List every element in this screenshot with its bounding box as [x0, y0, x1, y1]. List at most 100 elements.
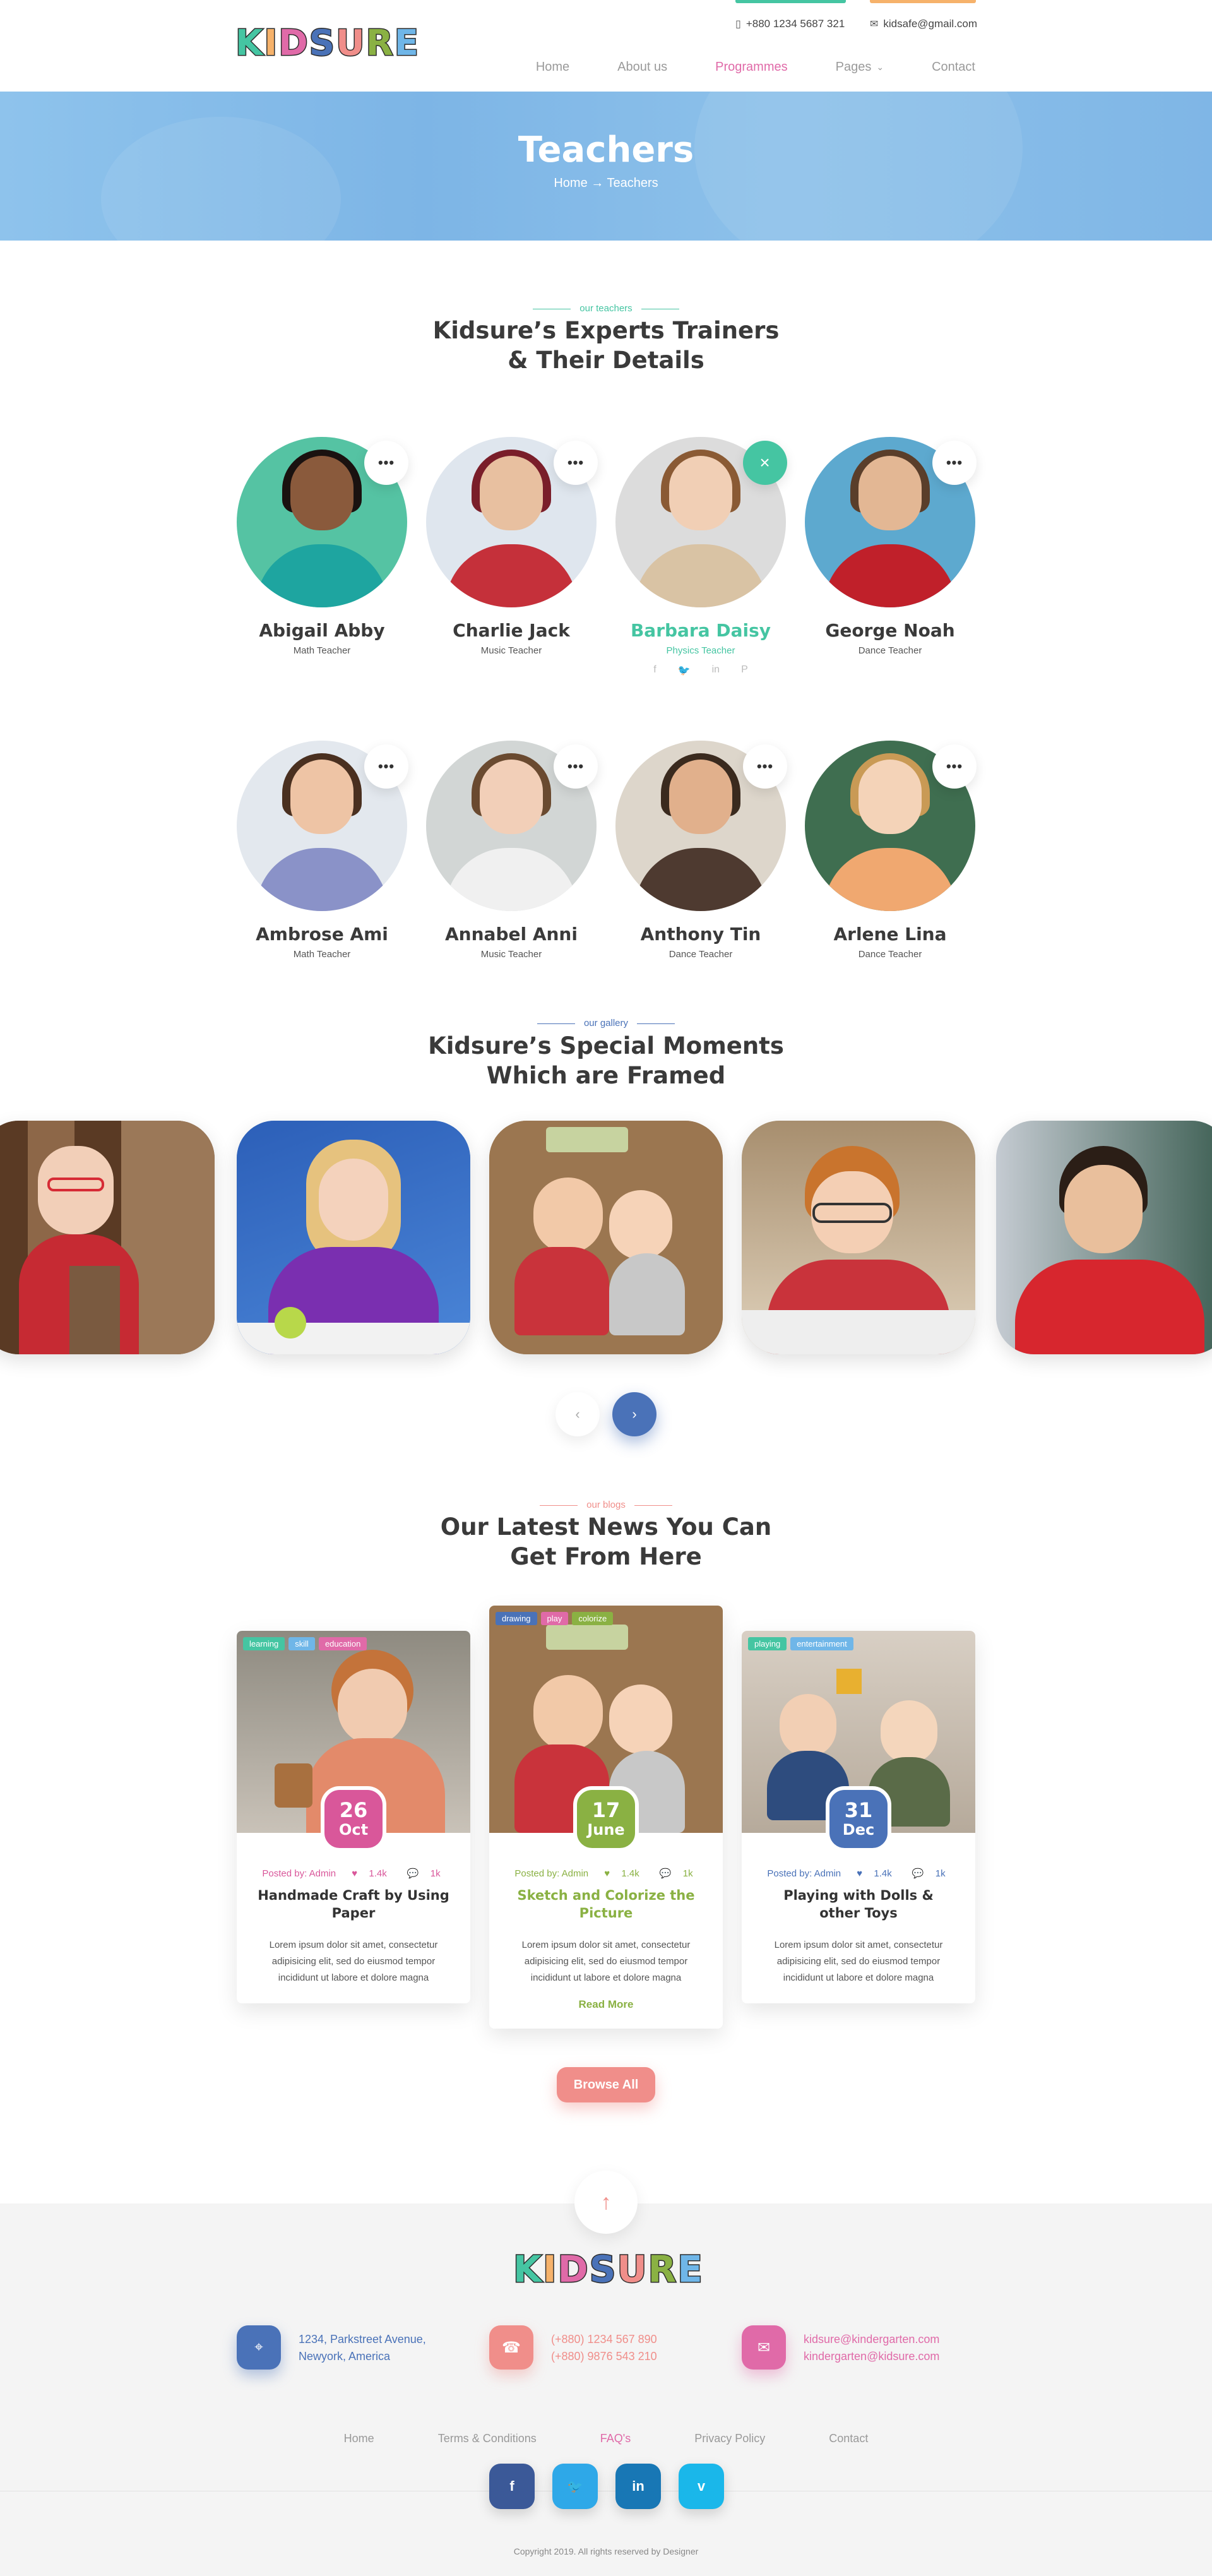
teacher-card[interactable]: ••• Abigail Abby Math Teacher [237, 437, 408, 689]
close-icon[interactable]: × [743, 441, 787, 485]
comments-count[interactable]: 💬 1k [403, 1868, 445, 1879]
facebook-icon: f [509, 2478, 514, 2494]
more-options-icon[interactable]: ••• [554, 441, 598, 485]
arrow-up-icon: ↑ [600, 2190, 612, 2214]
site-logo[interactable]: KIDSURE [234, 22, 420, 65]
blog-craft-pot [275, 1763, 312, 1808]
nav-contact[interactable]: Contact [932, 60, 975, 75]
blog-title-line2: Get From Here [510, 1543, 702, 1570]
tag[interactable]: colorize [572, 1612, 614, 1625]
footer-nav-contact[interactable]: Contact [829, 2432, 868, 2445]
teacher-face [858, 456, 922, 530]
teacher-card[interactable]: ••• Charlie Jack Music Teacher [426, 437, 598, 689]
nav-home[interactable]: Home [536, 60, 569, 75]
gallery-prev-button[interactable]: ‹ [556, 1392, 600, 1436]
breadcrumb-home[interactable]: Home [554, 176, 587, 190]
teacher-card[interactable]: ••• Annabel Anni Music Teacher [426, 741, 598, 993]
likes-count[interactable]: ♥ 1.4k [600, 1868, 643, 1879]
likes-count[interactable]: ♥ 1.4k [347, 1868, 391, 1879]
teacher-name[interactable]: Barbara Daisy [615, 620, 786, 641]
teacher-card[interactable]: ••• Ambrose Ami Math Teacher [237, 741, 408, 993]
gallery-next-button[interactable]: › [612, 1392, 656, 1436]
more-options-icon[interactable]: ••• [932, 441, 977, 485]
footer-nav-faq[interactable]: FAQ's [600, 2432, 631, 2445]
teacher-role: Music Teacher [480, 645, 542, 656]
blog-card-title-line2: other Toys [819, 1905, 898, 1921]
nav-about[interactable]: About us [617, 60, 667, 75]
footer-nav-privacy[interactable]: Privacy Policy [694, 2432, 765, 2445]
teacher-name[interactable]: Annabel Anni [426, 924, 597, 945]
footer-nav-terms[interactable]: Terms & Conditions [438, 2432, 537, 2445]
facebook-icon[interactable]: f [653, 664, 656, 677]
teacher-card[interactable]: ••• Anthony Tin Dance Teacher [615, 741, 787, 993]
more-options-icon[interactable]: ••• [364, 441, 408, 485]
footer-nav-home[interactable]: Home [344, 2432, 374, 2445]
gallery-photo[interactable] [0, 1121, 215, 1354]
tag[interactable]: playing [748, 1637, 787, 1650]
blog-card-title[interactable]: Sketch and Colorize the Picture [502, 1887, 710, 1922]
teacher-card[interactable]: × Barbara Daisy Physics Teacher f 🐦 in P [615, 437, 787, 689]
tag[interactable]: skill [288, 1637, 315, 1650]
teacher-name[interactable]: Arlene Lina [805, 924, 975, 945]
browse-all-button[interactable]: Browse All [557, 2067, 655, 2102]
email-line1[interactable]: kidsure@kindergarten.com [804, 2331, 939, 2348]
teacher-name[interactable]: Charlie Jack [426, 620, 597, 641]
gallery-eyebrow: our gallery [0, 1018, 1212, 1029]
footer-nav: Home Terms & Conditions FAQ's Privacy Po… [0, 2432, 1212, 2445]
teacher-name[interactable]: George Noah [805, 620, 975, 641]
pinterest-icon[interactable]: P [741, 664, 748, 677]
comments-count[interactable]: 💬 1k [908, 1868, 950, 1879]
phone-line2[interactable]: (+880) 9876 543 210 [551, 2348, 657, 2365]
gallery-dream-sign [546, 1127, 628, 1152]
teacher-name[interactable]: Ambrose Ami [237, 924, 407, 945]
linkedin-button[interactable]: in [615, 2464, 661, 2509]
likes-count[interactable]: ♥ 1.4k [852, 1868, 896, 1879]
blog-card[interactable]: playing entertainment 31 Dec Posted by: … [742, 1631, 975, 2003]
teacher-face [669, 760, 732, 834]
tag[interactable]: learning [243, 1637, 285, 1650]
email-info[interactable]: ✉ kidsafe@gmail.com [870, 18, 977, 30]
linkedin-icon[interactable]: in [712, 664, 720, 677]
read-more-link[interactable]: Read More [489, 1998, 723, 2011]
blog-card[interactable]: drawing play colorize 17 June Posted by:… [489, 1606, 723, 2029]
posted-by[interactable]: Posted by: Admin [767, 1868, 841, 1879]
gallery-photo[interactable] [742, 1121, 975, 1354]
teacher-role: Dance Teacher [858, 645, 922, 656]
page-banner: Teachers Home → Teachers [0, 92, 1212, 241]
gallery-photo[interactable] [996, 1121, 1212, 1354]
more-options-icon[interactable]: ••• [554, 744, 598, 789]
tag[interactable]: entertainment [790, 1637, 853, 1650]
vimeo-button[interactable]: v [679, 2464, 724, 2509]
posted-by[interactable]: Posted by: Admin [262, 1868, 336, 1879]
teacher-card[interactable]: ••• George Noah Dance Teacher [805, 437, 977, 689]
scroll-to-top-button[interactable]: ↑ [574, 2171, 638, 2234]
twitter-icon[interactable]: 🐦 [678, 664, 691, 677]
posted-by[interactable]: Posted by: Admin [514, 1868, 588, 1879]
blog-card-title[interactable]: Handmade Craft by Using Paper [249, 1887, 458, 1922]
facebook-button[interactable]: f [489, 2464, 535, 2509]
tag[interactable]: drawing [496, 1612, 537, 1625]
twitter-button[interactable]: 🐦 [552, 2464, 598, 2509]
tag[interactable]: play [540, 1612, 569, 1625]
footer-logo[interactable]: KIDSURE [513, 2247, 704, 2292]
more-options-icon[interactable]: ••• [932, 744, 977, 789]
tag[interactable]: education [318, 1637, 367, 1650]
blog-dream-sign [546, 1625, 628, 1650]
blog-card[interactable]: learning skill education 26 Oct Posted b… [237, 1631, 470, 2003]
phone-line1[interactable]: (+880) 1234 567 890 [551, 2331, 657, 2348]
gallery-photo[interactable] [489, 1121, 723, 1354]
teacher-name[interactable]: Anthony Tin [615, 924, 786, 945]
nav-programmes[interactable]: Programmes [715, 60, 787, 75]
comments-count[interactable]: 💬 1k [655, 1868, 698, 1879]
more-options-icon[interactable]: ••• [743, 744, 787, 789]
email-line2[interactable]: kindergarten@kidsure.com [804, 2348, 939, 2365]
gallery-eyebrow-text: our gallery [583, 1018, 629, 1029]
more-options-icon[interactable]: ••• [364, 744, 408, 789]
nav-pages[interactable]: Pages ⌄ [836, 60, 884, 75]
teacher-name[interactable]: Abigail Abby [237, 620, 407, 641]
gallery-photo[interactable] [237, 1121, 470, 1354]
blog-card-title[interactable]: Playing with Dolls & other Toys [754, 1887, 963, 1922]
blog-card-excerpt-line3: incididunt ut labore et dolore magna [783, 1972, 934, 1983]
teacher-card[interactable]: ••• Arlene Lina Dance Teacher [805, 741, 977, 993]
phone-info[interactable]: ▯ +880 1234 5687 321 [735, 18, 845, 30]
